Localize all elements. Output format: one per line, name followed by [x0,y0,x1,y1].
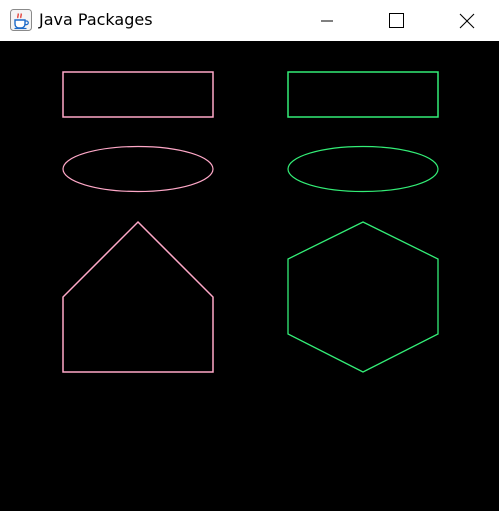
right-ellipse [287,145,439,193]
minimize-icon [321,20,333,21]
title-bar[interactable]: Java Packages [0,0,499,41]
window-title: Java Packages [39,10,153,29]
left-pentagon [62,220,214,373]
java-coffee-cup-icon[interactable] [10,9,32,31]
right-hexagon [287,221,439,373]
close-icon [459,13,475,28]
maximize-icon [388,13,404,28]
left-rectangle [62,71,214,118]
app-window: Java Packages [0,0,499,511]
drawing-canvas [0,41,499,511]
shapes-svg [62,71,439,373]
close-button[interactable] [444,0,490,41]
maximize-button[interactable] [373,0,419,41]
right-rectangle [287,71,439,118]
left-ellipse [62,145,214,193]
minimize-button[interactable] [304,0,350,41]
